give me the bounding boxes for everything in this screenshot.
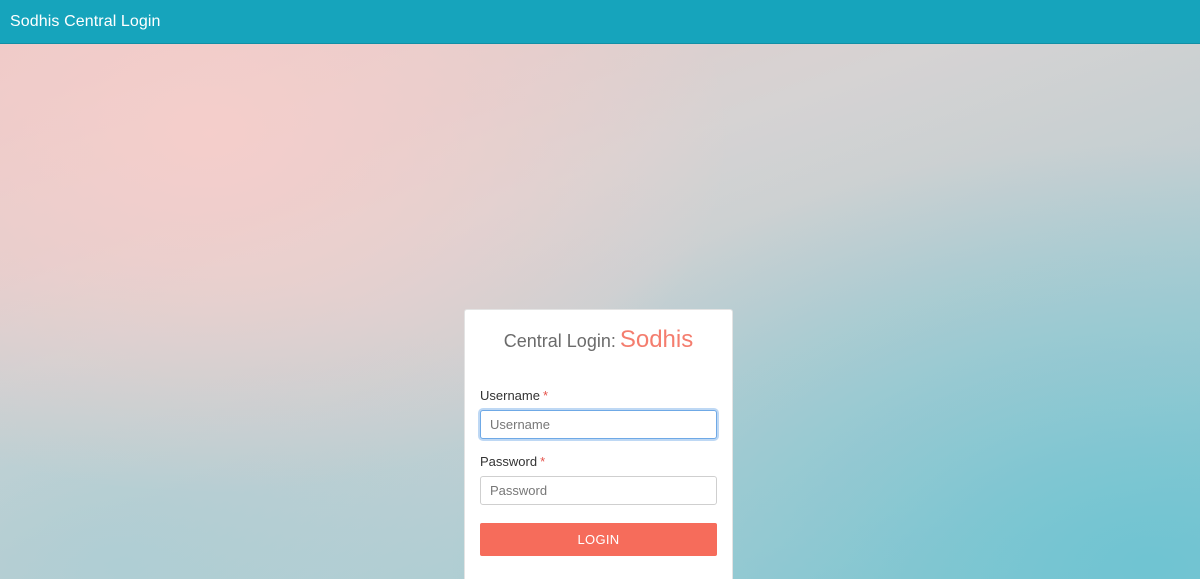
login-title-prefix: Central Login: <box>503 331 616 351</box>
login-card: Central Login:Sodhis Username* Password*… <box>464 309 733 579</box>
login-title-brand: Sodhis <box>619 326 694 353</box>
password-input[interactable] <box>480 476 717 505</box>
username-required-mark: * <box>542 388 549 403</box>
username-input[interactable] <box>480 410 717 439</box>
app-title: Sodhis Central Login <box>10 12 161 30</box>
top-header-bar: Sodhis Central Login <box>0 0 1200 44</box>
username-label: Username * <box>480 388 548 403</box>
username-label-text: Username <box>480 388 540 403</box>
password-label-text: Password <box>480 454 538 469</box>
password-required-mark: * <box>540 454 546 469</box>
password-label: Password * <box>480 454 545 469</box>
login-button[interactable]: LOGIN <box>480 523 717 556</box>
login-card-title: Central Login: Sodhis <box>465 326 732 354</box>
